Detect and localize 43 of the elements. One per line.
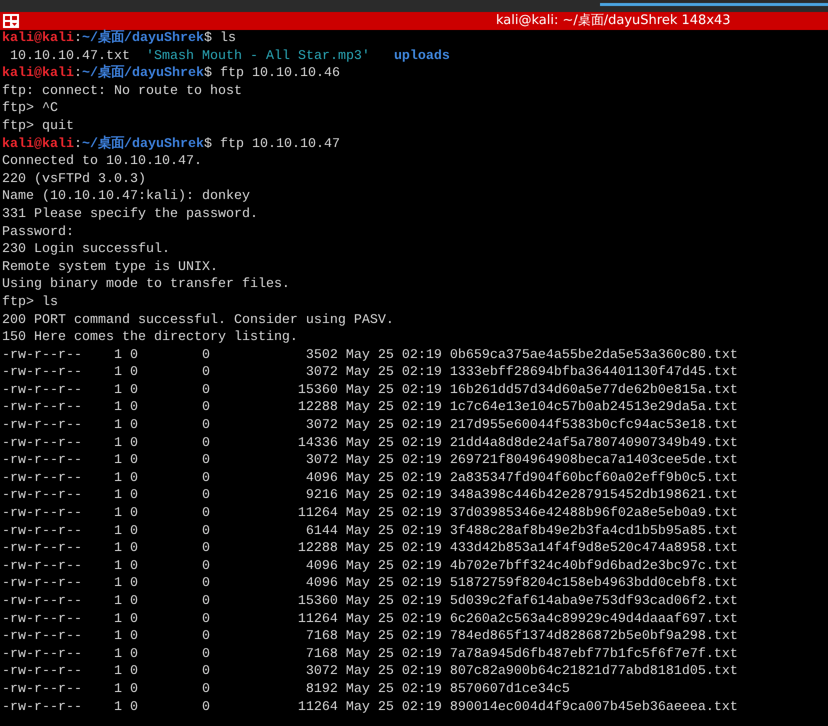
terminal-window-icon[interactable] xyxy=(2,13,20,29)
listing-row: -rw-r--r-- 1 0 0 4096 May 25 02:19 51872759f8204c158eb4963bdd0cebf8.txt xyxy=(2,575,738,593)
listing-row: -rw-r--r-- 1 0 0 8192 May 25 02:19 8570607d1ce34c5 xyxy=(2,680,570,699)
folder-name: uploads xyxy=(394,48,450,66)
output-line: Connected to 10.10.10.47. xyxy=(2,153,202,171)
output-line: 220 (vsFTPd 3.0.3) xyxy=(2,170,146,188)
output-line: 230 Login successful. xyxy=(2,241,170,259)
listing-row: -rw-r--r-- 1 0 0 3072 May 25 02:19 269721f804964908beca7a1403cee5de.txt xyxy=(2,452,738,470)
listing-row: -rw-r--r-- 1 0 0 9216 May 25 02:19 348a398c446b42e287915452db198621.txt xyxy=(2,487,738,506)
output-line: ftp: connect: No route to host xyxy=(2,82,242,100)
listing-row: -rw-r--r-- 1 0 0 3072 May 25 02:19 807c82a900b64c21821d77abd8181d05.txt xyxy=(2,663,738,681)
listing-row: -rw-r--r-- 1 0 0 14336 May 25 02:19 21dd4a8d8de24af5a780740907349b49.txt xyxy=(2,434,738,452)
output-line: 150 Here comes the directory listing. xyxy=(2,329,298,347)
window-title: kali@kali: ~/桌面/dayuShrek 148x43 xyxy=(496,12,731,30)
listing-row: -rw-r--r-- 1 0 0 3072 May 25 02:19 1333ebff28694bfba364401130f47d45.txt xyxy=(2,364,738,382)
listing-row: -rw-r--r-- 1 0 0 11264 May 25 02:19 6c260a2c563a4c89929c49d4daaaf697.txt xyxy=(2,610,738,628)
prompt-line: kali@kali:~/桌面/dayuShrek$ ls xyxy=(2,30,236,48)
output-line: ftp> ^C xyxy=(2,100,58,118)
output-line: ftp> ls xyxy=(2,294,58,312)
prompt-line: kali@kali:~/桌面/dayuShrek$ ftp 10.10.10.46 xyxy=(2,65,340,83)
output-line: ftp> quit xyxy=(2,118,74,136)
listing-row: -rw-r--r-- 1 0 0 12288 May 25 02:19 433d42b853a14f4f9d8e520c474a8958.txt xyxy=(2,540,738,558)
file-name: 10.10.10.47.txt xyxy=(10,48,130,64)
listing-row: -rw-r--r-- 1 0 0 4096 May 25 02:19 4b702e7bff324c40bf9d6bad2e3bc97c.txt xyxy=(2,558,738,576)
listing-row: -rw-r--r-- 1 0 0 15360 May 25 02:19 16b261dd57d34d60a5e77de62b0e815a.txt xyxy=(2,382,738,400)
listing-row: -rw-r--r-- 1 0 0 7168 May 25 02:19 7a78a945d6fb487ebf77b1fc5f6f7e7f.txt xyxy=(2,646,738,664)
listing-row: -rw-r--r-- 1 0 0 11264 May 25 02:19 37d03985346e42488b96f02a8e5eb0a9.txt xyxy=(2,505,738,523)
output-line: Using binary mode to transfer files. xyxy=(2,276,290,294)
listing-row: -rw-r--r-- 1 0 0 15360 May 25 02:19 5d039c2faf614aba9e753df93cad06f2.txt xyxy=(2,593,738,611)
listing-row: -rw-r--r-- 1 0 0 3502 May 25 02:19 0b659ca375ae4a55be2da5e53a360c80.txt xyxy=(2,346,738,364)
output-line: 200 PORT command successful. Consider using PASV. xyxy=(2,312,394,330)
output-line: Name (10.10.10.47:kali): donkey xyxy=(2,188,250,206)
listing-row: -rw-r--r-- 1 0 0 4096 May 25 02:19 2a835347fd904f60bcf60a02eff9b0c5.txt xyxy=(2,470,738,488)
listing-row: -rw-r--r-- 1 0 0 7168 May 25 02:19 784ed865f1374d8286872b5e0bf9a298.txt xyxy=(2,628,738,646)
output-line: Remote system type is UNIX. xyxy=(2,258,218,276)
listing-row: -rw-r--r-- 1 0 0 6144 May 25 02:19 3f488c28af8b49e2b3fa4cd1b5b95a85.txt xyxy=(2,522,738,540)
listing-row: -rw-r--r-- 1 0 0 12288 May 25 02:19 1c7c64e13e104c57b0ab24513e29da5a.txt xyxy=(2,399,738,418)
output-line: Password: xyxy=(2,224,74,242)
output-line: 331 Please specify the password. xyxy=(2,206,258,224)
listing-row: -rw-r--r-- 1 0 0 3072 May 25 02:19 217d955e60044f5383b0cfc94ac53e18.txt xyxy=(2,417,738,435)
prompt-line: kali@kali:~/桌面/dayuShrek$ ftp 10.10.10.47 xyxy=(2,136,340,154)
file-name: 'Smash Mouth - All Star.mp3' xyxy=(146,48,370,65)
listing-row: -rw-r--r-- 1 0 0 11264 May 25 02:19 890014ec004d4f9ca007b45eb36aeeea.txt xyxy=(2,698,738,716)
